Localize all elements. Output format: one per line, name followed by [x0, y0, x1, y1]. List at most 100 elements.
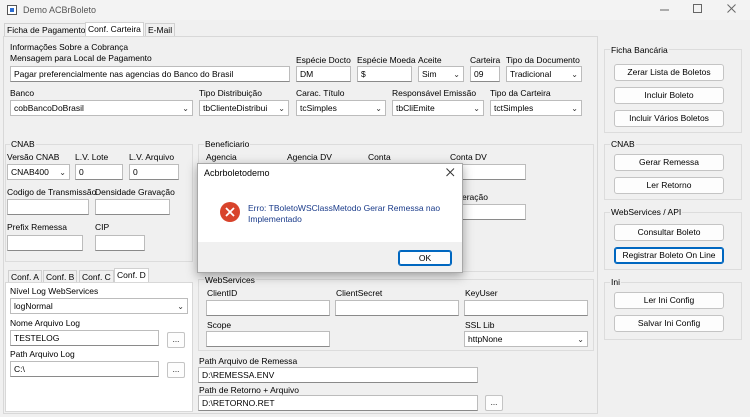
webservices-api-title: WebServices / API	[610, 207, 683, 217]
carteira-label: Carteira	[470, 55, 501, 65]
browse-log-path-button[interactable]: ...	[167, 362, 185, 378]
tab-email[interactable]: E-Mail	[145, 23, 176, 36]
path-arquivo-log-field[interactable]: C:\	[10, 361, 159, 377]
cip-label: CIP	[95, 222, 110, 232]
tipo-distribuicao-label: Tipo Distribuição	[199, 88, 262, 98]
dialog-message: Erro: TBoletoWSClassMetodo Gerar Remessa…	[248, 203, 441, 224]
nome-arquivo-log-label: Nome Arquivo Log	[10, 318, 80, 328]
lv-arquivo-field[interactable]: 0	[129, 164, 179, 180]
tipo-carteira-value: tctSimples	[494, 103, 534, 113]
chevron-down-icon: ⌄	[375, 104, 382, 113]
maximize-icon[interactable]	[693, 4, 703, 14]
webservices-group-title: WebServices	[204, 275, 256, 285]
tab-conf-d[interactable]: Conf. D	[114, 268, 149, 283]
browse-log-name-button[interactable]: ...	[167, 332, 185, 348]
key-user-field[interactable]	[464, 300, 588, 316]
versao-cnab-value: CNAB400	[11, 167, 49, 177]
aceite-label: Aceite	[418, 55, 442, 65]
browse-retorno-button[interactable]: ...	[485, 395, 503, 411]
info-cobranca-title: Informações Sobre a Cobrança	[10, 42, 129, 52]
lv-arquivo-label: L.V. Arquivo	[129, 152, 175, 162]
tab-ficha-pagamento[interactable]: Ficha de Pagamento	[4, 23, 89, 36]
responsavel-emissao-label: Responsável Emissão	[392, 88, 477, 98]
window-title: Demo ACBrBoleto	[23, 5, 97, 15]
chevron-down-icon: ⌄	[453, 70, 460, 79]
codigo-transmissao-field[interactable]	[7, 199, 89, 215]
aceite-select[interactable]: Sim ⌄	[418, 66, 464, 82]
responsavel-emissao-value: tbCliEmite	[396, 103, 435, 113]
carac-titulo-select[interactable]: tcSimples ⌄	[296, 100, 386, 116]
ler-retorno-button[interactable]: Ler Retorno	[614, 177, 724, 194]
nivel-log-value: logNormal	[14, 301, 53, 311]
dialog-title: Acbrboletodemo	[204, 168, 270, 178]
key-user-label: KeyUser	[465, 288, 498, 298]
title-bar: Demo ACBrBoleto	[0, 0, 750, 20]
client-secret-field[interactable]	[335, 300, 459, 316]
beneficiario-group-title: Beneficiario	[204, 139, 251, 149]
responsavel-emissao-select[interactable]: tbCliEmite ⌄	[392, 100, 484, 116]
path-arquivo-log-label: Path Arquivo Log	[10, 349, 75, 359]
zerar-lista-button[interactable]: Zerar Lista de Boletos	[614, 64, 724, 81]
especie-docto-field[interactable]: DM	[296, 66, 351, 82]
ler-ini-button[interactable]: Ler Ini Config	[614, 292, 724, 309]
client-secret-label: ClientSecret	[336, 288, 383, 298]
path-retorno-field[interactable]: D:\RETORNO.RET	[198, 395, 478, 411]
nome-arquivo-log-field[interactable]: TESTELOG	[10, 330, 159, 346]
incluir-boleto-button[interactable]: Incluir Boleto	[614, 87, 724, 104]
mensagem-field[interactable]: Pagar preferencialmente nas agencias do …	[10, 66, 290, 82]
ficha-bancaria-title: Ficha Bancária	[610, 45, 669, 55]
ok-button[interactable]: OK	[398, 250, 452, 266]
lv-lote-label: L.V. Lote	[75, 152, 109, 162]
salvar-ini-button[interactable]: Salvar Ini Config	[614, 315, 724, 332]
especie-docto-label: Espécie Docto	[296, 55, 351, 65]
especie-moeda-label: Espécie Moeda	[357, 55, 416, 65]
carac-titulo-value: tcSimples	[300, 103, 337, 113]
dialog-title-bar: Acbrboletodemo	[198, 164, 462, 182]
tipo-distribuicao-value: tbClienteDistribui	[203, 103, 268, 113]
chevron-down-icon: ⌄	[177, 302, 184, 311]
tipo-carteira-label: Tipo da Carteira	[490, 88, 551, 98]
chevron-down-icon: ⌄	[59, 168, 66, 177]
tab-conf-carteira[interactable]: Conf. Carteira	[85, 22, 144, 36]
versao-cnab-select[interactable]: CNAB400 ⌄	[7, 164, 70, 180]
ssl-lib-value: httpNone	[468, 334, 503, 344]
close-icon[interactable]	[727, 4, 737, 14]
tipo-documento-select[interactable]: Tradicional ⌄	[506, 66, 582, 82]
chevron-down-icon: ⌄	[182, 104, 189, 113]
geracao-label-partial: eração	[462, 192, 488, 202]
densidade-gravacao-field[interactable]	[95, 199, 170, 215]
close-icon[interactable]	[446, 168, 455, 177]
banco-label: Banco	[10, 88, 35, 98]
tipo-carteira-select[interactable]: tctSimples ⌄	[490, 100, 582, 116]
carteira-field[interactable]: 09	[470, 66, 500, 82]
agencia-label: Agencia	[206, 152, 237, 162]
chevron-down-icon: ⌄	[571, 104, 578, 113]
mensagem-label: Mensagem para Local de Pagamento	[10, 53, 152, 63]
path-remessa-label: Path Arquivo de Remessa	[199, 356, 298, 366]
tipo-documento-value: Tradicional	[510, 69, 552, 79]
client-id-field[interactable]	[206, 300, 330, 316]
lv-lote-field[interactable]: 0	[75, 164, 123, 180]
prefix-remessa-field[interactable]	[7, 235, 83, 251]
chevron-down-icon: ⌄	[473, 104, 480, 113]
tipo-documento-label: Tipo da Documento	[506, 55, 580, 65]
incluir-varios-button[interactable]: Incluir Vários Boletos	[614, 110, 724, 127]
gerar-remessa-button[interactable]: Gerar Remessa	[614, 154, 724, 171]
nivel-log-select[interactable]: logNormal ⌄	[10, 298, 188, 314]
chevron-down-icon: ⌄	[577, 335, 584, 344]
densidade-gravacao-label: Densidade Gravação	[95, 187, 175, 197]
banco-select[interactable]: cobBancoDoBrasil ⌄	[10, 100, 193, 116]
path-remessa-field[interactable]: D:\REMESSA.ENV	[198, 367, 478, 383]
scope-field[interactable]	[206, 331, 330, 347]
app-icon	[7, 5, 17, 15]
especie-moeda-field[interactable]: $	[357, 66, 412, 82]
minimize-icon[interactable]	[660, 6, 670, 14]
ini-title: Ini	[610, 277, 621, 287]
ssl-lib-select[interactable]: httpNone ⌄	[464, 331, 588, 347]
tipo-distribuicao-select[interactable]: tbClienteDistribui ⌄	[199, 100, 289, 116]
consultar-boleto-button[interactable]: Consultar Boleto	[614, 224, 724, 241]
registrar-boleto-button[interactable]: Registrar Boleto On Line	[614, 247, 724, 264]
path-retorno-label: Path de Retorno + Arquivo	[199, 385, 299, 395]
scope-label: Scope	[207, 320, 232, 330]
cip-field[interactable]	[95, 235, 145, 251]
